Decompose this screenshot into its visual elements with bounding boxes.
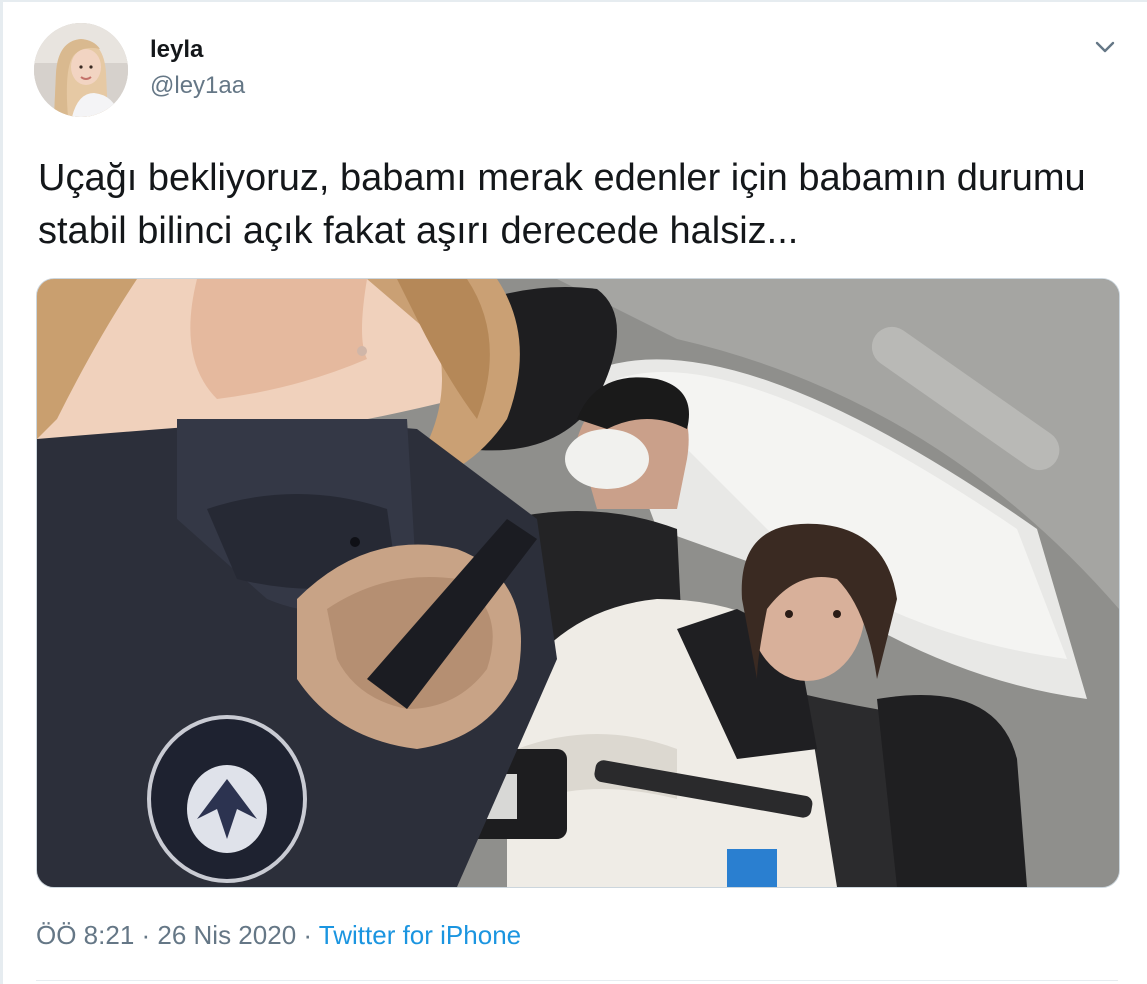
avatar[interactable] <box>34 23 128 117</box>
car-selfie-photo <box>37 279 1119 887</box>
tweet-date[interactable]: 26 Nis 2020 <box>157 920 296 950</box>
author-name[interactable]: leyla <box>150 36 203 64</box>
meta-separator: · <box>296 920 319 950</box>
divider <box>36 980 1118 981</box>
chevron-down-icon[interactable] <box>1088 30 1122 64</box>
tweet-metadata: ÖÖ 8:21 · 26 Nis 2020 · Twitter for iPho… <box>36 920 521 951</box>
meta-separator: · <box>134 920 158 950</box>
tweet-media[interactable] <box>36 278 1120 888</box>
top-border <box>0 0 1147 2</box>
avatar-image <box>34 23 128 117</box>
author-handle[interactable]: @ley1aa <box>150 72 245 100</box>
tweet-time[interactable]: ÖÖ 8:21 <box>36 920 134 950</box>
tweet-text: Uçağı bekliyoruz, babamı merak edenler i… <box>38 157 1086 252</box>
tweet-source-link[interactable]: Twitter for iPhone <box>319 920 521 950</box>
left-border <box>0 0 3 984</box>
